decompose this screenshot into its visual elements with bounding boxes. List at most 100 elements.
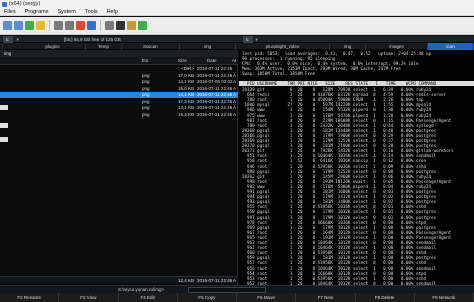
file-date: 2016-07-11 22:46	[197, 98, 233, 104]
file-attr: A	[233, 105, 237, 110]
terminal-header-line: Swap: 3850M Total, 3850M Free	[242, 71, 316, 76]
menu-system[interactable]: System	[57, 8, 75, 15]
file-size: <DIR>	[180, 66, 194, 71]
file-row[interactable]: png 14,1 KB 2016-07-11 22:46 A	[0, 105, 238, 111]
forward-icon[interactable]	[14, 21, 23, 30]
left-drive-selector[interactable]: c:	[3, 36, 13, 43]
file-attr: A	[233, 72, 237, 78]
tree-item[interactable]	[0, 123, 8, 128]
file-ext: png	[142, 85, 150, 91]
copy-icon[interactable]	[54, 21, 63, 30]
file-attr: A	[233, 79, 237, 84]
file-ext: png	[142, 92, 150, 97]
file-date: 2016-07-05 03:02	[197, 79, 233, 84]
refresh-icon[interactable]	[25, 21, 34, 30]
left-file-panel: img Ext Size Date At <DIR> 2016-07-11 22:…	[0, 50, 238, 285]
file-ext: png	[142, 111, 150, 117]
fkey-button[interactable]: F5 Copy	[178, 293, 237, 302]
sync-icon[interactable]	[138, 21, 147, 30]
file-date: 2016-07-11 22:46	[197, 85, 233, 91]
right-drive-selector[interactable]: c:	[243, 36, 253, 43]
drive-menu-icon[interactable]: ▾	[17, 36, 19, 43]
menu-help[interactable]: Help	[107, 8, 118, 15]
fkey-button[interactable]: F8 Delete	[356, 293, 415, 302]
archive-icon[interactable]	[127, 21, 136, 30]
window-title: (x64) (sergy)	[9, 1, 41, 7]
file-date: 2016-07-11 22:46	[197, 72, 233, 78]
left-status-bar: 12,4 KB 2016-07-11 22:46 A	[0, 276, 238, 283]
drive-menu-icon-right[interactable]: ▾	[256, 36, 258, 43]
file-row[interactable]: png 16,4 KB 2016-07-11 22:46 A	[0, 112, 238, 118]
tab-img[interactable]: img	[180, 43, 236, 50]
status-attr: A	[233, 278, 237, 283]
file-row[interactable]: png 14,1 KB 2016-07-05 03:02 A	[0, 79, 238, 85]
col-ext[interactable]: Ext	[142, 57, 149, 65]
folder-icon[interactable]	[36, 21, 45, 30]
file-row[interactable]: png 14,1 KB 2016-07-11 22:46 A	[0, 92, 238, 98]
file-size: 14,1 KB	[177, 105, 194, 110]
file-date: 2016-07-11 22:46	[197, 105, 233, 110]
fkey-button[interactable]: F7 New	[296, 293, 356, 302]
file-attr: A	[233, 85, 237, 91]
file-date: 2016-07-11 22:46	[197, 111, 233, 117]
file-attr: A	[233, 98, 237, 104]
toolbar-separator	[100, 20, 101, 31]
file-size: 16,6 KB	[177, 85, 194, 91]
tab-temp[interactable]: Temp	[86, 43, 122, 50]
file-ext: png	[142, 72, 150, 78]
tab-plugins[interactable]: plugins	[20, 43, 86, 50]
file-size: 17,2 KB	[177, 98, 194, 104]
tab-itsocan[interactable]: itsocan	[122, 43, 180, 50]
file-row[interactable]: png 17,0 KB 2016-07-11 22:46 A	[0, 73, 238, 79]
menu-tools[interactable]: Tools	[85, 8, 98, 15]
move-icon[interactable]	[65, 21, 74, 30]
app-icon	[2, 1, 7, 7]
fkey-button[interactable]: F2 Rename	[0, 293, 60, 302]
file-ext: png	[142, 79, 150, 84]
back-icon[interactable]	[3, 21, 12, 30]
fkey-button[interactable]: F4 Edit	[119, 293, 178, 302]
file-date: 2016-07-11 22:46	[197, 66, 233, 71]
toolbar-separator	[49, 20, 50, 31]
tab-icon[interactable]: icon	[428, 43, 474, 50]
menu-files[interactable]: Files	[4, 8, 16, 15]
tab-images[interactable]: images	[366, 43, 428, 50]
tab-pluralsight-video[interactable]: pluralsight_video	[236, 43, 330, 50]
command-line: S:\myco.yonan.ru\img>	[0, 285, 474, 293]
title-bar: (x64) (sergy)	[0, 0, 474, 8]
file-row[interactable]: png 17,2 KB 2016-07-11 22:46 A	[0, 99, 238, 105]
file-attr: A	[233, 111, 237, 117]
file-size: 14,1 KB	[177, 92, 194, 97]
col-size[interactable]: Size	[178, 57, 187, 65]
file-row[interactable]: <DIR> 2016-07-11 22:46	[0, 66, 238, 72]
left-path[interactable]: img	[0, 50, 238, 57]
tree-item[interactable]	[0, 137, 8, 142]
col-attr[interactable]: At	[232, 57, 236, 65]
delete-icon[interactable]	[76, 21, 85, 30]
file-ext: png	[142, 105, 150, 110]
function-key-bar: F2 Rename F3 View F4 Edit F5 Copy F6 Move F7 …	[0, 293, 474, 302]
tab-bar: plugins Temp itsocan img pluralsight_vid…	[0, 43, 474, 50]
menu-bar: Files Programs System Tools Help	[0, 8, 474, 16]
fkey-button[interactable]: F6 Move	[237, 293, 297, 302]
file-size: 14,1 KB	[177, 79, 194, 84]
toolbar	[0, 17, 474, 35]
tab-img-right[interactable]: img	[330, 43, 366, 50]
settings-icon[interactable]	[105, 21, 114, 30]
file-attr: A	[233, 92, 237, 97]
drive-bar: c: ▾ [btc] 55,9 GB free of 125 GB c: ▾	[0, 36, 474, 43]
search-icon[interactable]	[87, 21, 96, 30]
drive-free-space: [btc] 55,9 GB free of 125 GB	[64, 37, 121, 42]
file-row[interactable]: png 16,6 KB 2016-07-11 22:46 A	[0, 86, 238, 92]
fkey-button[interactable]: F9 Network	[415, 293, 474, 302]
file-ext: png	[142, 98, 150, 104]
fkey-button[interactable]: F3 View	[59, 293, 119, 302]
terminal-panel[interactable]: last pid: 5053; load averages: 0.41, 0.4…	[239, 50, 474, 286]
file-size: 17,0 KB	[177, 72, 194, 78]
column-header: Ext Size Date At	[0, 57, 238, 65]
menu-programs[interactable]: Programs	[25, 8, 49, 15]
terminal-icon[interactable]	[116, 21, 125, 30]
process-table-header: PID USERNAME THR PRI NICE SIZE RES STATE…	[239, 81, 474, 86]
status-date: 2016-07-11 22:46	[197, 278, 233, 283]
col-date[interactable]: Date	[207, 57, 217, 65]
